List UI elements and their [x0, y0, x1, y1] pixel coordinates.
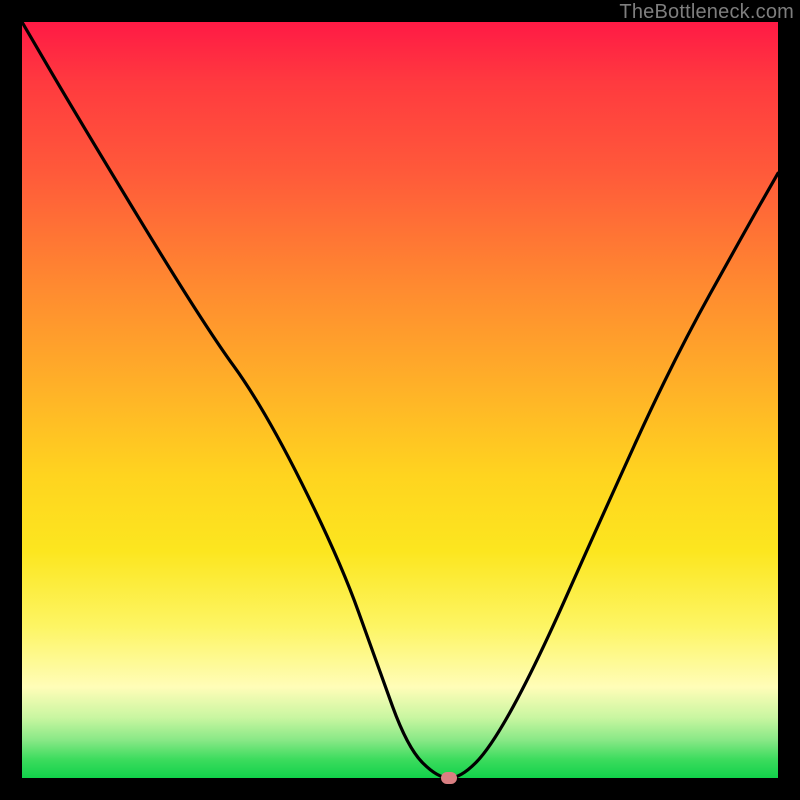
bottleneck-curve	[22, 22, 778, 778]
plot-area	[22, 22, 778, 778]
minimum-marker	[441, 772, 457, 784]
chart-stage: TheBottleneck.com	[0, 0, 800, 800]
watermark-label: TheBottleneck.com	[619, 1, 794, 24]
